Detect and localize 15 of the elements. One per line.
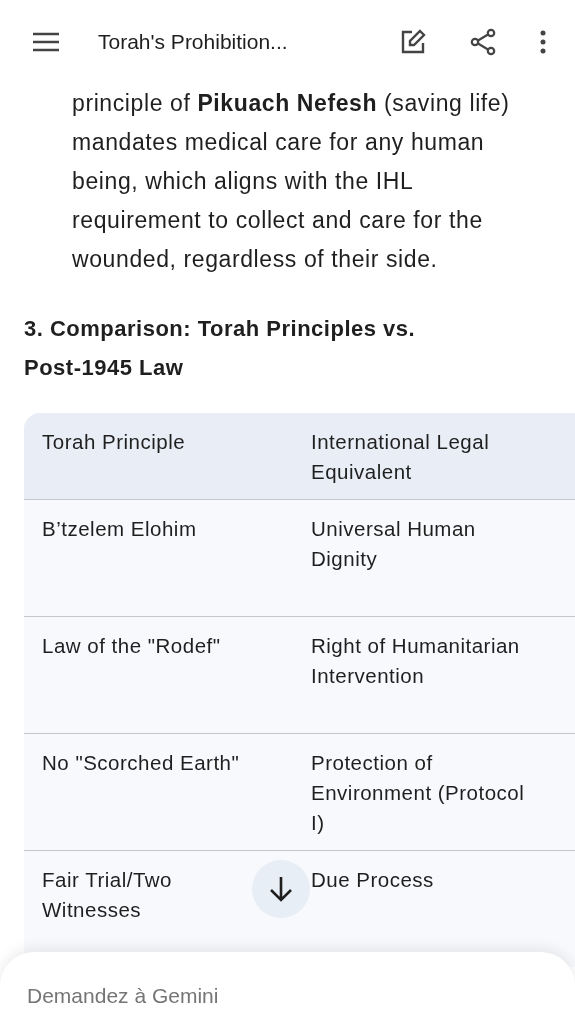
response-paragraph: principle of Pikuach Nefesh (saving life) mandates medical care for any human being, which aligns with the IHL requirement to collect and care for the wounded, regardless of their side. [71, 89, 511, 274]
table-cell-text: Universal Human Dignity [311, 516, 477, 572]
prompt-input[interactable]: Demandez à Gemini [27, 984, 548, 1008]
down-arrow-icon [268, 875, 294, 903]
table-cell-text: No "Scorched Earth" [42, 750, 241, 776]
chat-title: Torah's Prohibition... [98, 30, 289, 54]
table-cell-text: Fair Trial/Two Witnesses [42, 867, 174, 923]
table-cell-text: Law of the "Rodef" [42, 633, 222, 659]
column-header: International Legal Equivalent [311, 429, 491, 485]
section-heading: 3. Comparison: Torah Principles vs. Post-1945 Law [23, 315, 417, 382]
table-cell-text: Right of Humanitarian Intervention [311, 633, 521, 689]
column-header: Torah Principle [42, 429, 187, 455]
table-cell-text: Due Process [311, 867, 435, 893]
table-cell-text: B’tzelem Elohim [42, 516, 198, 542]
table-cell-text: Protection of Environment (Protocol I) [311, 750, 526, 836]
